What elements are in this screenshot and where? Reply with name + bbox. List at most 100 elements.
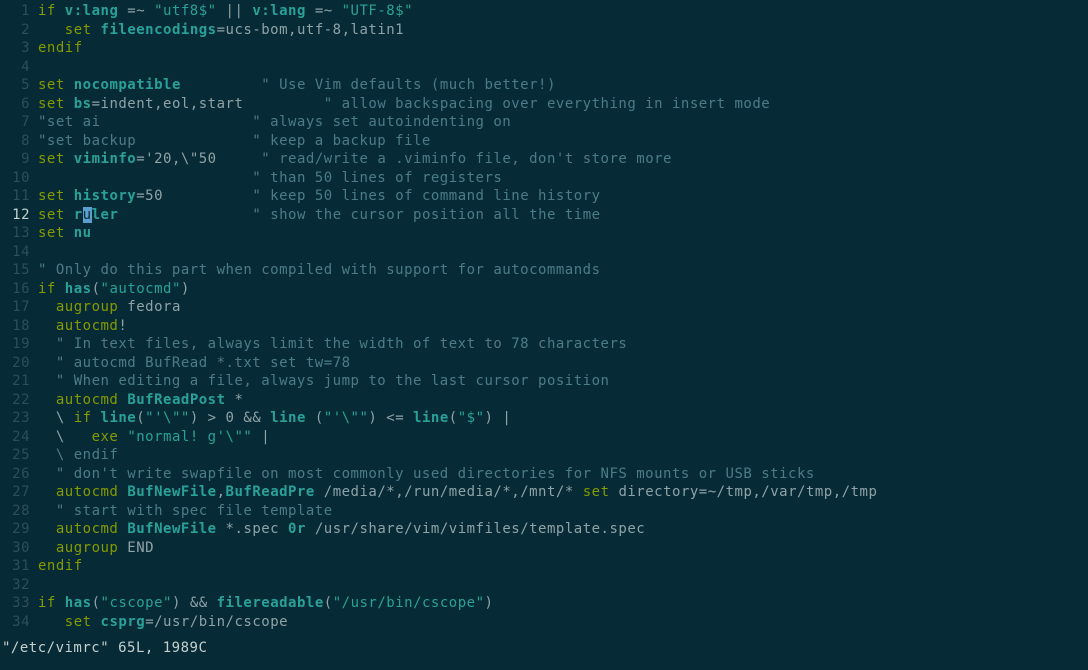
code-line[interactable]: 20 " autocmd BufRead *.txt set tw=78 — [0, 354, 1088, 373]
code-line[interactable]: 21 " When editing a file, always jump to… — [0, 372, 1088, 391]
code-content[interactable]: autocmd BufNewFile,BufReadPre /media/*,/… — [38, 483, 1088, 502]
code-token: ( — [306, 410, 324, 426]
code-content[interactable]: set history=50 " keep 50 lines of comman… — [38, 187, 1088, 206]
code-line[interactable]: 32 — [0, 576, 1088, 595]
editor-body[interactable]: 1if v:lang =~ "utf8$" || v:lang =~ "UTF-… — [0, 2, 1088, 631]
code-line[interactable]: 9set viminfo='20,\"50 " read/write a .vi… — [0, 150, 1088, 169]
code-line[interactable]: 29 autocmd BufNewFile *.spec 0r /usr/sha… — [0, 520, 1088, 539]
code-line[interactable]: 27 autocmd BufNewFile,BufReadPre /media/… — [0, 483, 1088, 502]
code-token: set — [38, 207, 65, 223]
status-info: 65L, 1989C — [109, 640, 207, 656]
code-line[interactable]: 23 \ if line("'\"") > 0 && line ("'\"") … — [0, 409, 1088, 428]
code-token: endif — [38, 40, 83, 56]
code-line[interactable]: 17 augroup fedora — [0, 298, 1088, 317]
code-token: if — [38, 595, 56, 611]
code-line[interactable]: 2 set fileencodings=ucs-bom,utf-8,latin1 — [0, 21, 1088, 40]
code-line[interactable]: 31endif — [0, 557, 1088, 576]
code-token: set — [583, 484, 610, 500]
code-token: * — [226, 392, 244, 408]
code-line[interactable]: 34 set csprg=/usr/bin/cscope — [0, 613, 1088, 632]
code-token: ( — [449, 410, 458, 426]
code-content[interactable]: if v:lang =~ "utf8$" || v:lang =~ "UTF-8… — [38, 2, 1088, 21]
code-line[interactable]: 19 " In text files, always limit the wid… — [0, 335, 1088, 354]
line-number: 21 — [0, 372, 38, 391]
code-content[interactable]: autocmd! — [38, 317, 1088, 336]
code-token — [65, 151, 74, 167]
code-content[interactable]: set csprg=/usr/bin/cscope — [38, 613, 1088, 632]
code-line[interactable]: 10 " than 50 lines of registers — [0, 169, 1088, 188]
code-token: " start with spec file template — [56, 503, 333, 519]
code-content[interactable]: set nu — [38, 224, 1088, 243]
code-token: "UTF-8$" — [342, 3, 413, 19]
code-line[interactable]: 8"set backup " keep a backup file — [0, 132, 1088, 151]
code-content[interactable]: " In text files, always limit the width … — [38, 335, 1088, 354]
code-content[interactable]: \ exe "normal! g'\"" | — [38, 428, 1088, 447]
code-content[interactable]: if has("autocmd") — [38, 280, 1088, 299]
code-line[interactable]: 16if has("autocmd") — [0, 280, 1088, 299]
code-content[interactable]: autocmd BufReadPost * — [38, 391, 1088, 410]
code-content[interactable]: set nocompatible " Use Vim defaults (muc… — [38, 76, 1088, 95]
code-content[interactable]: "set backup " keep a backup file — [38, 132, 1088, 151]
code-content[interactable]: " When editing a file, always jump to th… — [38, 372, 1088, 391]
code-line[interactable]: 30 augroup END — [0, 539, 1088, 558]
code-content[interactable]: " Only do this part when compiled with s… — [38, 261, 1088, 280]
code-content[interactable]: autocmd BufNewFile *.spec 0r /usr/share/… — [38, 520, 1088, 539]
code-line[interactable]: 6set bs=indent,eol,start " allow backspa… — [0, 95, 1088, 114]
code-content[interactable] — [38, 58, 1088, 77]
code-line[interactable]: 15" Only do this part when compiled with… — [0, 261, 1088, 280]
code-content[interactable]: set bs=indent,eol,start " allow backspac… — [38, 95, 1088, 114]
code-line[interactable]: 18 autocmd! — [0, 317, 1088, 336]
vim-editor[interactable]: 1if v:lang =~ "utf8$" || v:lang =~ "UTF-… — [0, 0, 1088, 670]
line-number: 34 — [0, 613, 38, 632]
code-line[interactable]: 26 " don't write swapfile on most common… — [0, 465, 1088, 484]
code-content[interactable]: set ruler " show the cursor position all… — [38, 206, 1088, 225]
code-line[interactable]: 12set ruler " show the cursor position a… — [0, 206, 1088, 225]
code-token: 0r — [288, 521, 306, 537]
code-content[interactable]: " start with spec file template — [38, 502, 1088, 521]
code-content[interactable] — [38, 576, 1088, 595]
line-number: 16 — [0, 280, 38, 299]
code-token: set — [65, 22, 92, 38]
code-token: " keep 50 lines of command line history — [252, 188, 600, 204]
line-number: 27 — [0, 483, 38, 502]
code-line[interactable]: 28 " start with spec file template — [0, 502, 1088, 521]
code-content[interactable]: " than 50 lines of registers — [38, 169, 1088, 188]
code-content[interactable]: endif — [38, 557, 1088, 576]
code-token: ) — [181, 281, 190, 297]
code-line[interactable]: 13set nu — [0, 224, 1088, 243]
code-token: line — [101, 410, 137, 426]
code-line[interactable]: 22 autocmd BufReadPost * — [0, 391, 1088, 410]
code-token: autocmd — [56, 521, 119, 537]
code-token: " When editing a file, always jump to th… — [56, 373, 610, 389]
code-content[interactable]: \ if line("'\"") > 0 && line ("'\"") <= … — [38, 409, 1088, 428]
code-line[interactable]: 33if has("cscope") && filereadable("/usr… — [0, 594, 1088, 613]
code-content[interactable]: endif — [38, 39, 1088, 58]
code-content[interactable]: set fileencodings=ucs-bom,utf-8,latin1 — [38, 21, 1088, 40]
code-line[interactable]: 4 — [0, 58, 1088, 77]
code-line[interactable]: 25 \ endif — [0, 446, 1088, 465]
code-line[interactable]: 5set nocompatible " Use Vim defaults (mu… — [0, 76, 1088, 95]
code-token — [56, 3, 65, 19]
code-line[interactable]: 24 \ exe "normal! g'\"" | — [0, 428, 1088, 447]
code-line[interactable]: 7"set ai " always set autoindenting on — [0, 113, 1088, 132]
code-token: ler — [92, 207, 119, 223]
code-content[interactable]: augroup END — [38, 539, 1088, 558]
code-line[interactable]: 11set history=50 " keep 50 lines of comm… — [0, 187, 1088, 206]
code-token: nocompatible — [74, 77, 181, 93]
code-content[interactable]: augroup fedora — [38, 298, 1088, 317]
code-content[interactable]: " don't write swapfile on most commonly … — [38, 465, 1088, 484]
code-content[interactable]: \ endif — [38, 446, 1088, 465]
code-content[interactable] — [38, 243, 1088, 262]
code-line[interactable]: 1if v:lang =~ "utf8$" || v:lang =~ "UTF-… — [0, 2, 1088, 21]
code-line[interactable]: 3endif — [0, 39, 1088, 58]
code-token: has — [65, 595, 92, 611]
code-token — [118, 521, 127, 537]
line-number: 2 — [0, 21, 38, 40]
code-line[interactable]: 14 — [0, 243, 1088, 262]
code-content[interactable]: "set ai " always set autoindenting on — [38, 113, 1088, 132]
line-number: 7 — [0, 113, 38, 132]
code-content[interactable]: " autocmd BufRead *.txt set tw=78 — [38, 354, 1088, 373]
code-content[interactable]: if has("cscope") && filereadable("/usr/b… — [38, 594, 1088, 613]
code-token: fedora — [118, 299, 181, 315]
code-content[interactable]: set viminfo='20,\"50 " read/write a .vim… — [38, 150, 1088, 169]
